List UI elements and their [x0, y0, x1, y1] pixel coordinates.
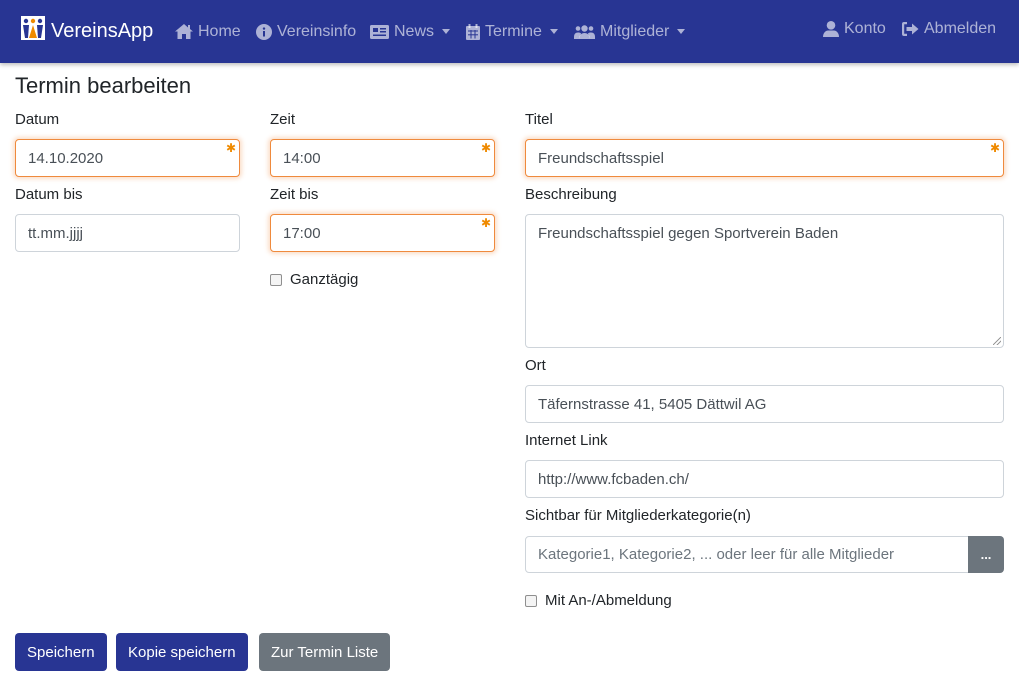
titel-label: Titel: [525, 111, 553, 128]
checkbox-icon[interactable]: [270, 273, 282, 286]
link-value: http://www.fcbaden.ch/: [538, 470, 689, 488]
link-label: Internet Link: [525, 432, 608, 449]
kategorie-placeholder: Kategorie1, Kategorie2, ... oder leer fü…: [538, 546, 895, 563]
zeit-label: Zeit: [270, 111, 296, 128]
ort-label: Ort: [525, 357, 546, 374]
nav-termine-label: Termine: [485, 22, 542, 40]
anmeldung-label: Mit An-/Abmeldung: [545, 592, 672, 609]
logo-icon: [21, 16, 45, 40]
kategorie-label: Sichtbar für Mitgliederkategorie(n): [525, 507, 751, 524]
datum-bis-input[interactable]: tt.mm.jjjj: [15, 214, 240, 252]
nav-termine[interactable]: Termine: [466, 0, 558, 63]
nav-home-label: Home: [198, 22, 241, 40]
home-icon: [175, 24, 193, 39]
ort-value: Täfernstrasse 41, 5405 Dättwil AG: [538, 395, 767, 413]
required-icon: ✱: [480, 141, 491, 155]
nav-abmelden-label: Abmelden: [924, 19, 997, 37]
chevron-down-icon: [677, 29, 686, 34]
required-icon: ✱: [989, 141, 1000, 155]
brand-name: VereinsApp: [51, 19, 154, 42]
titel-input[interactable]: Freundschaftsspiel ✱: [525, 139, 1004, 177]
ort-input[interactable]: Täfernstrasse 41, 5405 Dättwil AG: [525, 385, 1004, 423]
calendar-icon: [466, 23, 480, 40]
brand-link[interactable]: VereinsApp: [21, 14, 153, 48]
checkbox-icon[interactable]: [525, 594, 537, 607]
beschreibung-value: Freundschaftsspiel gegen Sportverein Bad…: [538, 225, 839, 242]
nav-vereinsinfo-label: Vereinsinfo: [277, 22, 357, 40]
required-icon: ✱: [225, 141, 236, 155]
datum-input[interactable]: 14.10.2020 ✱: [15, 139, 240, 177]
info-circle-icon: [256, 23, 272, 40]
zeit-bis-input[interactable]: 17:00 ✱: [270, 214, 495, 252]
nav-abmelden[interactable]: Abmelden: [902, 0, 996, 57]
navbar: VereinsApp Home Vereinsinfo News Termine…: [0, 0, 1019, 63]
nav-home[interactable]: Home: [175, 0, 241, 63]
datum-bis-placeholder: tt.mm.jjjj: [28, 224, 83, 242]
nav-konto-label: Konto: [844, 19, 886, 37]
zeit-bis-label: Zeit bis: [270, 186, 319, 203]
users-icon: [574, 24, 595, 39]
sign-out-icon: [902, 21, 919, 36]
page-title: Termin bearbeiten: [15, 73, 192, 98]
resize-handle-icon[interactable]: [993, 337, 1001, 345]
nav-news-label: News: [394, 22, 435, 40]
required-icon: ✱: [480, 216, 491, 230]
link-input[interactable]: http://www.fcbaden.ch/: [525, 460, 1004, 498]
save-button[interactable]: Speichern: [15, 633, 107, 671]
beschreibung-label: Beschreibung: [525, 186, 617, 203]
titel-value: Freundschaftsspiel: [538, 149, 664, 167]
datum-value: 14.10.2020: [28, 149, 104, 167]
zeit-value: 14:00: [283, 149, 321, 167]
kategorie-input[interactable]: Kategorie1, Kategorie2, ... oder leer fü…: [525, 536, 969, 573]
kategorie-select-button[interactable]: ...: [968, 536, 1004, 573]
zeit-input[interactable]: 14:00 ✱: [270, 139, 495, 177]
save-copy-button[interactable]: Kopie speichern: [116, 633, 248, 671]
ganztaegig-checkbox[interactable]: Ganztägig: [270, 271, 358, 288]
nav-vereinsinfo[interactable]: Vereinsinfo: [256, 0, 356, 63]
anmeldung-checkbox[interactable]: Mit An-/Abmeldung: [525, 592, 672, 609]
nav-mitglieder-label: Mitglieder: [600, 22, 670, 40]
ganztaegig-label: Ganztägig: [290, 271, 359, 288]
beschreibung-textarea[interactable]: Freundschaftsspiel gegen Sportverein Bad…: [525, 214, 1004, 348]
datum-label: Datum: [15, 111, 60, 128]
newspaper-icon: [370, 24, 389, 39]
back-to-list-button[interactable]: Zur Termin Liste: [259, 633, 391, 671]
nav-konto[interactable]: Konto: [823, 0, 886, 57]
user-icon: [823, 20, 839, 37]
nav-news[interactable]: News: [370, 0, 451, 63]
chevron-down-icon: [442, 29, 451, 34]
zeit-bis-value: 17:00: [283, 224, 321, 242]
nav-mitglieder[interactable]: Mitglieder: [574, 0, 686, 63]
datum-bis-label: Datum bis: [15, 186, 83, 203]
chevron-down-icon: [549, 29, 558, 34]
